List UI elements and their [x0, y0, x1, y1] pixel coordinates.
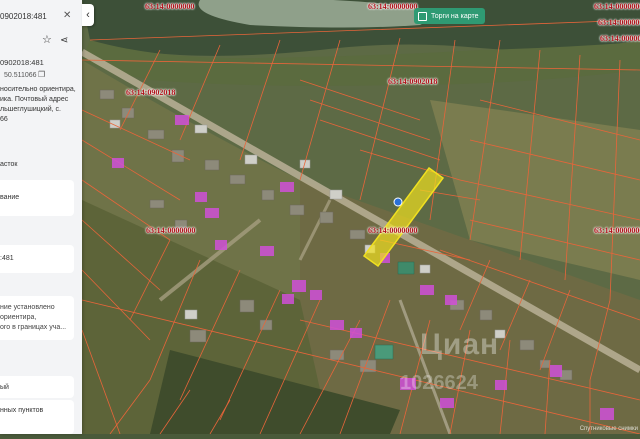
cadastral-label: 63:14:0902018 [388, 77, 438, 86]
area-code: 50.511066 [4, 72, 37, 79]
category-label: вание [0, 194, 20, 201]
auctions-on-map-button[interactable]: Торги на карте [414, 8, 485, 24]
address-line: 66 [0, 116, 8, 123]
cadastral-label: 63:14:0000000 [368, 2, 418, 11]
note-line: ого в границах уча... [0, 324, 67, 331]
collapse-sidebar-button[interactable]: ‹ [82, 4, 94, 26]
cadastral-label: 63:14:0902018 [126, 88, 176, 97]
note-card: ние установлено ориентира, ого в граница… [0, 296, 74, 340]
lands-card: нных пунктов [0, 400, 74, 434]
number-card: :481 [0, 245, 74, 273]
address-line: носительно ориентира, [0, 86, 76, 93]
cadastral-label: 63:14:0000000 [145, 2, 195, 11]
parcel-info-sidebar: 0902018:481 ✕ ☆ ⋖ 0902018:481 50.511066 … [0, 0, 82, 434]
usage-card: ый [0, 376, 74, 398]
satellite-map[interactable]: 63:14:0000000 63:14:0000000 63:14:000000… [0, 0, 640, 435]
checkbox-icon[interactable] [418, 11, 427, 21]
cadastral-label: 63:14:0000000 [146, 226, 196, 235]
close-icon[interactable]: ✕ [63, 11, 71, 21]
copy-icon[interactable]: ❐ [38, 70, 45, 79]
cadastral-label: 63:14:0000000 [368, 226, 418, 235]
note-line: ориентира, [0, 314, 37, 321]
auctions-button-label: Торги на карте [431, 12, 479, 20]
category-card: вание [0, 180, 74, 216]
note-line: ние установлено [0, 304, 55, 311]
cadastral-label: 63:14:0000000 [600, 34, 640, 43]
cadastral-label: 63:14:0000000 [594, 2, 640, 11]
star-icon[interactable]: ☆ [42, 35, 52, 46]
share-icon[interactable]: ⋖ [60, 36, 68, 46]
usage-label: ый [0, 384, 9, 391]
parcel-title: 0902018:481 [0, 12, 47, 21]
address-line: льшеглушицкий, с. [0, 106, 61, 113]
type-label: асток [0, 161, 18, 168]
lands-label: нных пунктов [0, 407, 44, 414]
address-line: ика. Почтовый адрес [0, 96, 69, 103]
cad-number: 0902018:481 [0, 58, 44, 67]
number-value: :481 [0, 255, 14, 262]
watermark: Циан [420, 328, 500, 361]
cadastral-label: 63:14:0000000 [594, 226, 640, 235]
map-attribution: Спутниковые снимки [579, 426, 638, 432]
chevron-left-icon: ‹ [86, 9, 90, 21]
watermark-id: 1026624 [400, 372, 478, 394]
cadastral-label: 63:14:0000000 [598, 18, 640, 27]
